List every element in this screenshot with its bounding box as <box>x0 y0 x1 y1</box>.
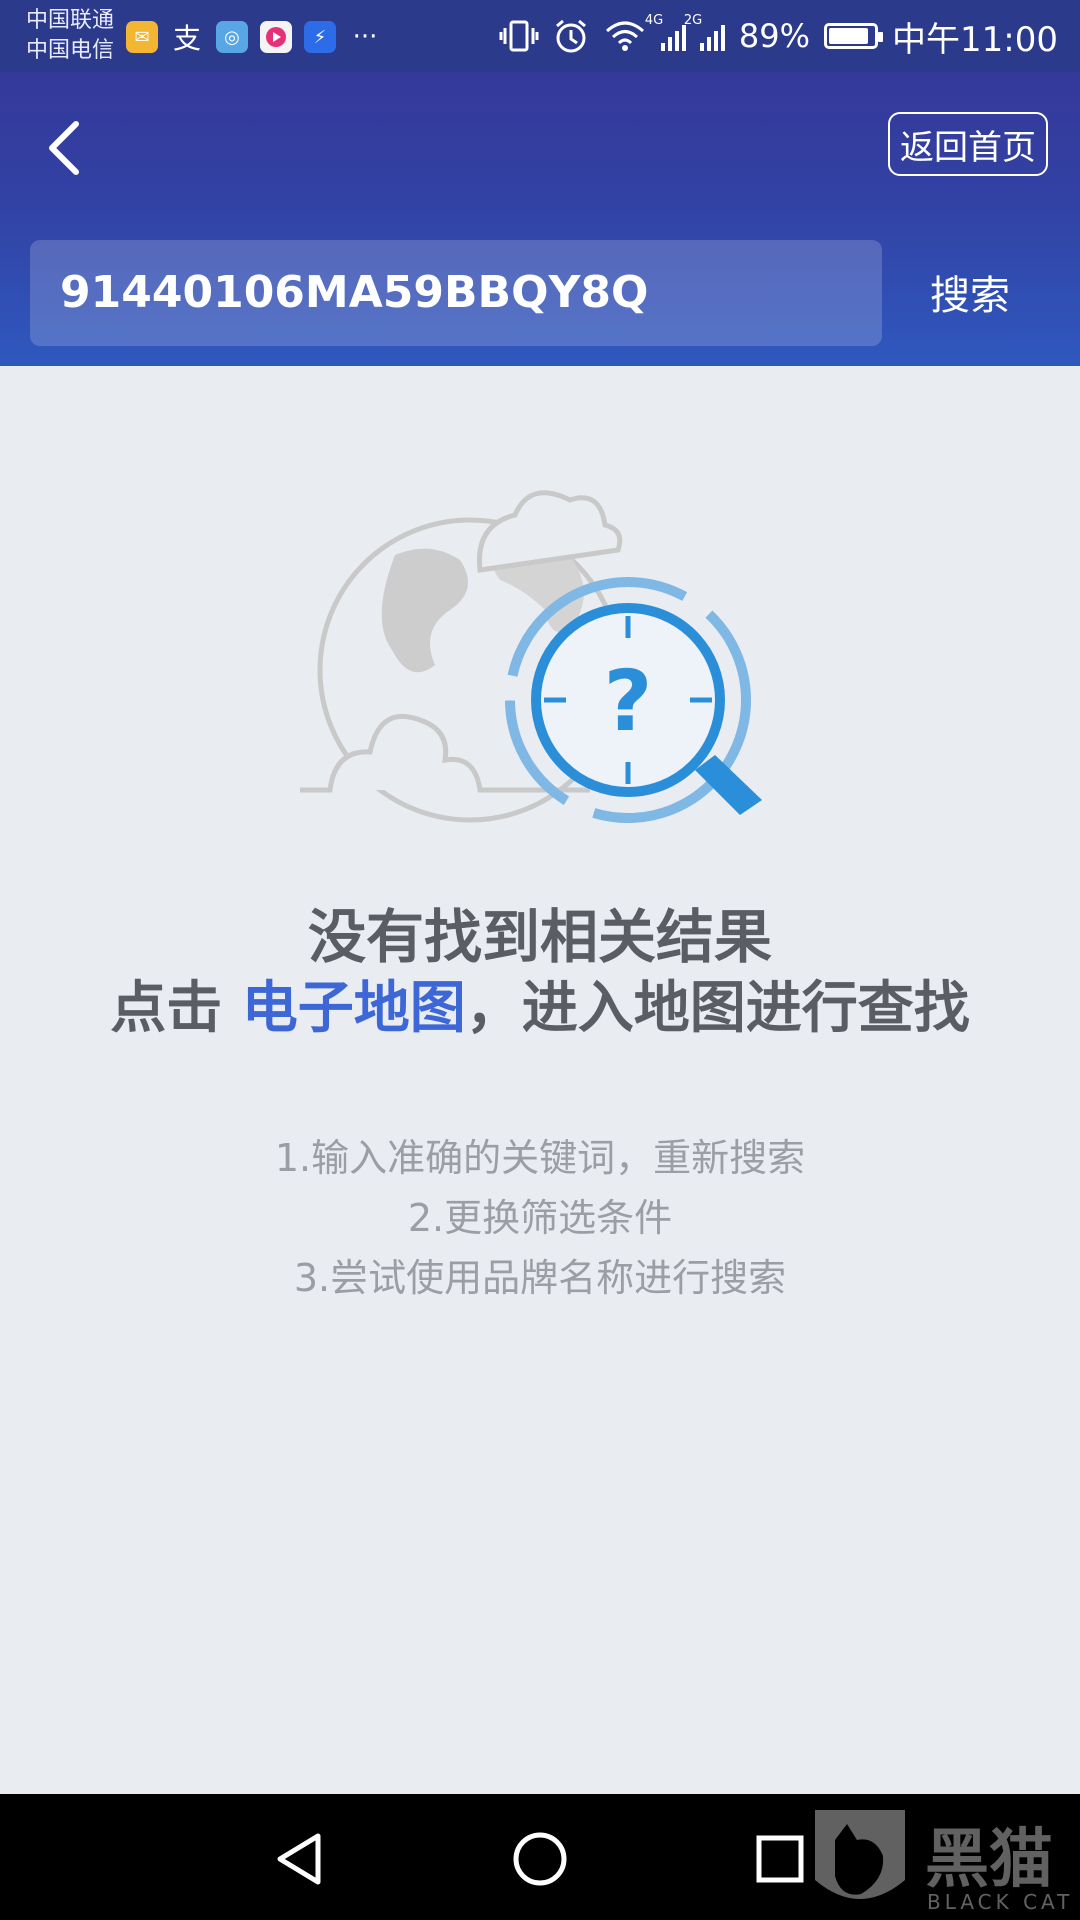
nav-back-button[interactable] <box>266 1824 336 1894</box>
globe-search-icon: ? <box>295 490 762 823</box>
search-button[interactable]: 搜索 <box>920 262 1020 322</box>
nav-home-button[interactable] <box>505 1824 575 1894</box>
tip-2: 2.更换筛选条件 <box>407 1196 673 1240</box>
bolt-icon: ⚡ <box>304 21 336 53</box>
carrier-2: 中国电信 <box>26 38 115 63</box>
tips-list: 1.输入准确的关键词，重新搜索 2.更换筛选条件 3.尝试使用品牌名称进行搜索 <box>0 1128 1080 1308</box>
battery-level <box>829 28 869 44</box>
map-hint-suffix: ，进入地图进行查找 <box>465 976 970 1041</box>
youku-icon <box>260 21 292 53</box>
alipay-icon: 支 <box>172 22 201 55</box>
watermark-text: 黑猫 <box>925 1822 1053 1897</box>
vibrate-icon <box>499 20 539 52</box>
tip-1: 1.输入准确的关键词，重新搜索 <box>274 1136 806 1180</box>
clock: 中午11:00 <box>892 19 1058 60</box>
empty-title: 没有找到相关结果 <box>307 903 772 971</box>
notification-icons: ✉ 支 ◎ ⚡ ··· <box>126 20 382 55</box>
signal-4g-icon: 4G <box>645 13 686 51</box>
watermark-subtext: BLACK CAT <box>927 1890 1074 1914</box>
status-bar: 中国联通 中国电信 ✉ 支 ◎ ⚡ ··· 4G 2G 89% 中午11:00 <box>0 0 1080 72</box>
triangle-back-icon <box>277 1833 321 1885</box>
map-hint-prefix: 点击 <box>110 976 242 1041</box>
svg-text:?: ? <box>604 652 653 750</box>
battery-icon <box>824 23 884 49</box>
more-icon: ··· <box>352 22 378 52</box>
carrier-info: 中国联通 中国电信 <box>26 6 114 66</box>
network-type-1: 4G <box>644 13 664 28</box>
blackcat-watermark: 黑猫 BLACK CAT <box>805 1800 1080 1920</box>
back-button[interactable] <box>36 112 96 182</box>
carrier-1: 中国联通 <box>26 8 115 33</box>
mail-icon: ✉ <box>126 21 158 53</box>
alarm-icon <box>555 19 586 53</box>
signal-2g-icon: 2G <box>684 13 725 51</box>
map-link[interactable]: 电子地图 <box>242 976 466 1041</box>
home-button[interactable]: 返回首页 <box>888 112 1048 176</box>
circle-home-icon <box>513 1832 567 1886</box>
tip-3: 3.尝试使用品牌名称进行搜索 <box>293 1256 787 1300</box>
battery-percent: 89% <box>738 17 811 55</box>
network-type-2: 2G <box>683 13 703 28</box>
cat-logo-icon <box>815 1810 905 1899</box>
system-icons: 4G 2G 89% 中午11:00 <box>499 13 1058 60</box>
search-input[interactable] <box>30 240 882 346</box>
chevron-left-icon <box>49 121 79 175</box>
wifi-icon <box>605 21 644 51</box>
browser-icon: ◎ <box>216 21 248 53</box>
app-header: 返回首页 搜索 <box>0 72 1080 366</box>
no-result-illustration: ? <box>295 480 780 840</box>
map-hint: 点击 电子地图，进入地图进行查找 <box>100 978 980 1040</box>
